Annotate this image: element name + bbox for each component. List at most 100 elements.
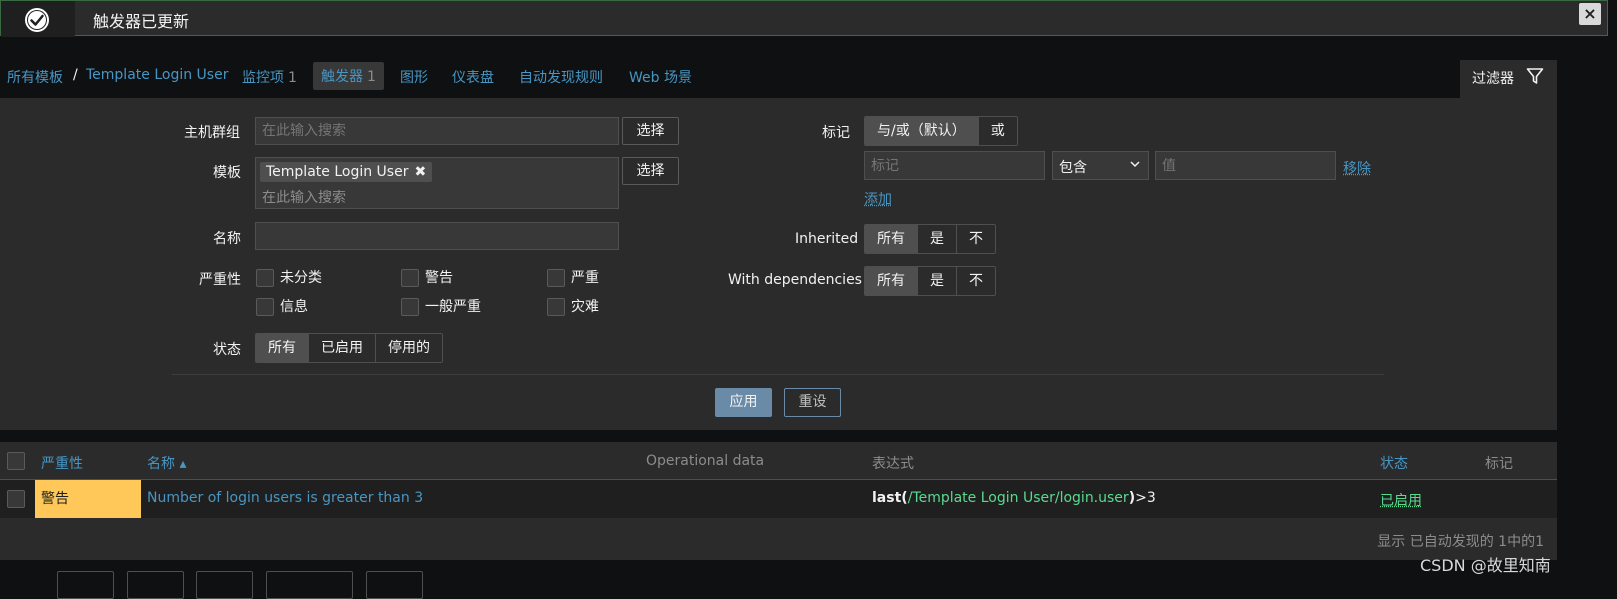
header-status[interactable]: 状态 xyxy=(1380,453,1408,473)
dependencies-option-yes[interactable]: 是 xyxy=(918,267,957,295)
tab-web-scenarios[interactable]: Web 场景 xyxy=(629,67,692,87)
filter-tab-label: 过滤器 xyxy=(1472,71,1514,87)
with-dependencies-segmented: 所有 是 不 xyxy=(864,266,996,296)
header-expression: 表达式 xyxy=(872,456,914,472)
tags-mode-and-or[interactable]: 与/或（默认） xyxy=(865,117,979,145)
breadcrumb-all-templates[interactable]: 所有模板 xyxy=(7,67,63,87)
tag-operator-select[interactable]: 包含 xyxy=(1052,151,1149,180)
filter-toggle-tab[interactable]: 过滤器 xyxy=(1460,60,1557,98)
header-tags: 标记 xyxy=(1485,456,1513,472)
template-multiselect[interactable]: Template Login User ✖ 在此输入搜索 xyxy=(255,157,619,209)
state-option-all[interactable]: 所有 xyxy=(256,334,309,362)
mass-enable-button[interactable] xyxy=(57,571,114,599)
tab-items-count: 1 xyxy=(288,70,297,86)
host-group-input[interactable] xyxy=(255,117,619,145)
state-option-disabled[interactable]: 停用的 xyxy=(376,334,442,362)
severity-not-classified[interactable]: 未分类 xyxy=(256,267,322,287)
filter-panel: 主机群组 选择 模板 Template Login User ✖ 在此输入搜索 选… xyxy=(0,98,1557,430)
expr-comparison: >3 xyxy=(1135,490,1156,506)
template-search-placeholder[interactable]: 在此输入搜索 xyxy=(262,187,346,207)
expr-function: last xyxy=(872,490,902,506)
state-label: 状态 xyxy=(213,342,241,358)
template-select-button[interactable]: 选择 xyxy=(622,157,679,185)
template-chip: Template Login User ✖ xyxy=(260,162,433,182)
dependencies-option-no[interactable]: 不 xyxy=(957,267,995,295)
tag-add-link[interactable]: 添加 xyxy=(864,189,892,209)
breadcrumb-template[interactable]: Template Login User xyxy=(86,67,228,83)
header-name[interactable]: 名称 ▴ xyxy=(147,453,186,473)
filter-divider xyxy=(172,374,1384,375)
row-checkbox[interactable] xyxy=(7,490,25,508)
apply-button[interactable]: 应用 xyxy=(715,388,772,417)
select-all-checkbox[interactable] xyxy=(7,452,25,470)
inherited-option-yes[interactable]: 是 xyxy=(918,225,957,253)
state-segmented: 所有 已启用 停用的 xyxy=(255,333,443,363)
tab-items[interactable]: 监控项 1 xyxy=(242,67,297,87)
inherited-label: Inherited xyxy=(795,231,859,247)
reset-button[interactable]: 重设 xyxy=(784,388,841,417)
checkbox[interactable] xyxy=(547,298,565,316)
inherited-segmented: 所有 是 不 xyxy=(864,224,996,254)
severity-option-label: 信息 xyxy=(280,299,308,315)
breadcrumb-separator: / xyxy=(73,67,78,83)
success-banner: 触发器已更新 × xyxy=(0,0,1608,37)
triggers-table: 严重性 名称 ▴ Operational data 表达式 状态 标记 警告 N… xyxy=(0,442,1557,560)
chevron-down-icon xyxy=(1130,161,1140,168)
severity-disaster[interactable]: 灾难 xyxy=(547,296,599,316)
tag-operator-value: 包含 xyxy=(1059,160,1087,176)
host-group-select-button[interactable]: 选择 xyxy=(622,117,679,145)
host-group-label: 主机群组 xyxy=(184,125,240,141)
trigger-expression: last(/Template Login User/login.user)>3 xyxy=(872,490,1156,506)
tab-discovery-rules[interactable]: 自动发现规则 xyxy=(519,67,603,87)
checkbox[interactable] xyxy=(256,269,274,287)
severity-average[interactable]: 一般严重 xyxy=(401,296,481,316)
checkbox[interactable] xyxy=(401,298,419,316)
mass-disable-button[interactable] xyxy=(127,571,184,599)
mass-update-button[interactable] xyxy=(266,571,353,599)
dependencies-option-all[interactable]: 所有 xyxy=(865,267,918,295)
tag-value-input[interactable] xyxy=(1155,151,1336,180)
tab-triggers-label: 触发器 xyxy=(321,69,363,85)
table-footer-count: 显示 已自动发现的 1中的1 xyxy=(1377,534,1544,550)
severity-information[interactable]: 信息 xyxy=(256,296,308,316)
tab-triggers[interactable]: 触发器 1 xyxy=(313,62,384,90)
tags-label: 标记 xyxy=(822,125,850,141)
mass-delete-button[interactable] xyxy=(366,571,423,599)
watermark: CSDN @故里知南 xyxy=(1420,556,1551,575)
tab-dashboards[interactable]: 仪表盘 xyxy=(452,67,494,87)
inherited-option-all[interactable]: 所有 xyxy=(865,225,918,253)
check-circle-icon xyxy=(25,8,49,32)
template-label: 模板 xyxy=(213,165,241,181)
trigger-name-link[interactable]: Number of login users is greater than 3 xyxy=(147,490,423,506)
success-icon-box xyxy=(1,1,75,37)
header-severity[interactable]: 严重性 xyxy=(41,453,83,473)
mass-copy-button[interactable] xyxy=(196,571,253,599)
banner-message: 触发器已更新 xyxy=(93,12,190,31)
close-icon[interactable]: × xyxy=(1579,3,1601,25)
tab-graphs[interactable]: 图形 xyxy=(400,67,428,87)
tag-name-input[interactable] xyxy=(864,151,1045,180)
name-label: 名称 xyxy=(213,231,241,247)
severity-warning[interactable]: 警告 xyxy=(401,267,453,287)
mass-action-bar xyxy=(0,566,1617,599)
state-option-enabled[interactable]: 已启用 xyxy=(309,334,376,362)
severity-option-label: 严重 xyxy=(571,270,599,286)
tag-remove-link[interactable]: 移除 xyxy=(1343,158,1371,178)
severity-label: 严重性 xyxy=(199,272,241,288)
severity-option-label: 警告 xyxy=(425,270,453,286)
inherited-option-no[interactable]: 不 xyxy=(957,225,995,253)
status-toggle-link[interactable]: 已启用 xyxy=(1380,490,1422,510)
tags-mode-or[interactable]: 或 xyxy=(978,117,1017,145)
checkbox[interactable] xyxy=(401,269,419,287)
expr-item-link[interactable]: /Template Login User/login.user xyxy=(908,490,1129,506)
tab-items-label: 监控项 xyxy=(242,70,284,86)
severity-option-label: 未分类 xyxy=(280,270,322,286)
chip-remove-icon[interactable]: ✖ xyxy=(414,164,426,180)
severity-option-label: 灾难 xyxy=(571,299,599,315)
name-input[interactable] xyxy=(255,222,619,250)
checkbox[interactable] xyxy=(547,269,565,287)
table-row: 警告 Number of login users is greater than… xyxy=(0,480,1557,518)
header-operational-data: Operational data xyxy=(646,453,765,469)
severity-high[interactable]: 严重 xyxy=(547,267,599,287)
checkbox[interactable] xyxy=(256,298,274,316)
